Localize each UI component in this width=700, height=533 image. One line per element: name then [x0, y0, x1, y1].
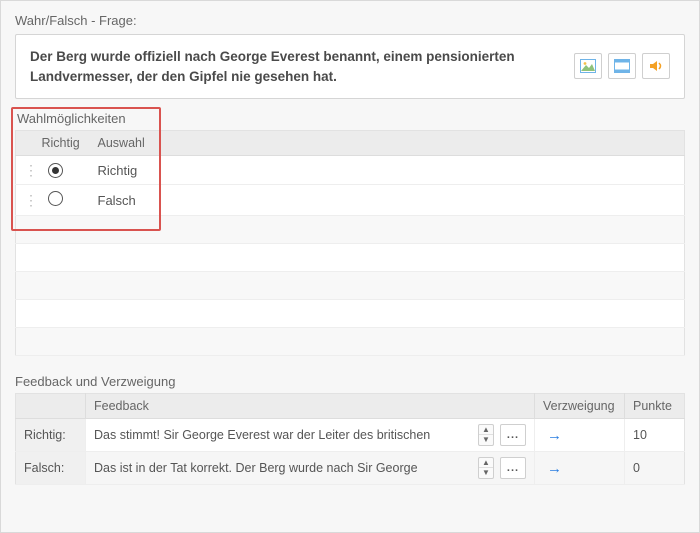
- spinner-down-icon[interactable]: ▼: [479, 468, 493, 478]
- media-buttons: [574, 47, 670, 79]
- fb-col-branching: Verzweigung: [535, 394, 625, 419]
- col-header-correct: Richtig: [34, 131, 90, 156]
- feedback-table: Feedback Verzweigung Punkte Richtig: Das…: [15, 393, 685, 485]
- image-icon: [580, 59, 596, 73]
- points-value[interactable]: 10: [625, 419, 685, 452]
- feedback-more-button[interactable]: ...: [500, 457, 526, 479]
- question-text[interactable]: Der Berg wurde offiziell nach George Eve…: [30, 47, 566, 86]
- video-icon: [614, 59, 630, 73]
- question-box: Der Berg wurde offiziell nach George Eve…: [15, 34, 685, 99]
- choice-label[interactable]: Richtig: [90, 156, 685, 185]
- fb-col-feedback: Feedback: [86, 394, 535, 419]
- feedback-row-label: Falsch:: [16, 452, 86, 485]
- points-value[interactable]: 0: [625, 452, 685, 485]
- feedback-row-label: Richtig:: [16, 419, 86, 452]
- choices-section-label: Wahlmöglichkeiten: [17, 111, 685, 126]
- feedback-more-button[interactable]: ...: [500, 424, 526, 446]
- col-header-handle: [16, 131, 34, 156]
- feedback-row: Falsch: Das ist in der Tat korrekt. Der …: [16, 452, 685, 485]
- col-header-choice: Auswahl: [90, 131, 685, 156]
- feedback-text[interactable]: Das ist in der Tat korrekt. Der Berg wur…: [94, 461, 476, 475]
- feedback-row: Richtig: Das stimmt! Sir George Everest …: [16, 419, 685, 452]
- choice-row: ⋮ Richtig: [16, 156, 685, 185]
- choices-section: Wahlmöglichkeiten Richtig Auswahl ⋮ Rich…: [15, 111, 685, 356]
- correct-radio[interactable]: [48, 163, 63, 178]
- feedback-text[interactable]: Das stimmt! Sir George Everest war der L…: [94, 428, 476, 442]
- choice-row: ⋮ Falsch: [16, 185, 685, 216]
- choice-label[interactable]: Falsch: [90, 185, 685, 216]
- feedback-spinner[interactable]: ▲ ▼: [478, 457, 494, 479]
- branch-arrow-icon[interactable]: →: [543, 427, 562, 444]
- drag-handle-icon[interactable]: ⋮: [24, 162, 37, 178]
- question-editor-panel: Wahr/Falsch - Frage: Der Berg wurde offi…: [0, 0, 700, 533]
- add-video-button[interactable]: [608, 53, 636, 79]
- spinner-up-icon[interactable]: ▲: [479, 425, 493, 435]
- spinner-down-icon[interactable]: ▼: [479, 435, 493, 445]
- audio-icon: [648, 59, 664, 73]
- add-audio-button[interactable]: [642, 53, 670, 79]
- choices-table: Richtig Auswahl ⋮ Richtig ⋮ Falsch: [15, 130, 685, 356]
- correct-radio[interactable]: [48, 191, 63, 206]
- feedback-spinner[interactable]: ▲ ▼: [478, 424, 494, 446]
- fb-col-blank: [16, 394, 86, 419]
- feedback-section-label: Feedback und Verzweigung: [15, 374, 685, 389]
- add-image-button[interactable]: [574, 53, 602, 79]
- branch-arrow-icon[interactable]: →: [543, 460, 562, 477]
- question-section-label: Wahr/Falsch - Frage:: [15, 13, 685, 28]
- spinner-up-icon[interactable]: ▲: [479, 458, 493, 468]
- fb-col-points: Punkte: [625, 394, 685, 419]
- feedback-section: Feedback und Verzweigung Feedback Verzwe…: [15, 374, 685, 485]
- drag-handle-icon[interactable]: ⋮: [24, 192, 37, 208]
